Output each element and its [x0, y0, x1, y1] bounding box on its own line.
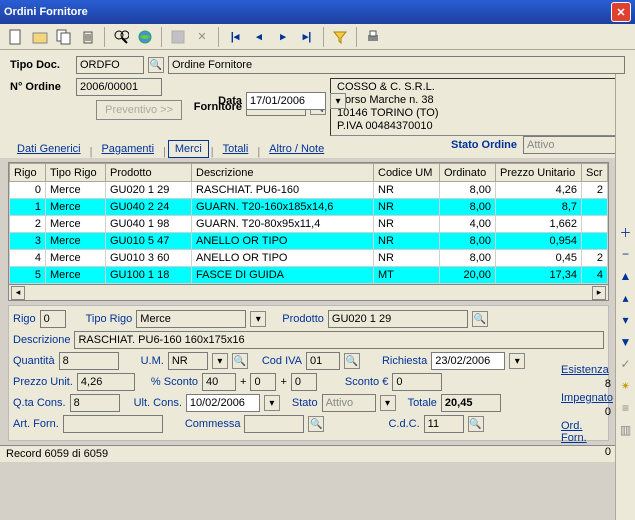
toolbar: ✕ |◂ ◂ ▸ ▸| [0, 24, 635, 50]
tiporigo-field[interactable]: Merce [136, 310, 246, 328]
horizontal-scrollbar[interactable]: ◂▸ [9, 284, 608, 300]
chevron-down-icon[interactable]: ▾ [509, 353, 525, 369]
table-row[interactable]: 5MerceGU100 1 18FASCE DI GUIDAMT20,0017,… [10, 267, 608, 284]
tab-merci[interactable]: Merci [168, 140, 209, 158]
tool-icon[interactable]: ✴ [618, 378, 634, 394]
sidebar-tools: ＋ − ▲ ▴ ▾ ▼ ✓ ✴ ≡ ▥ [615, 74, 635, 520]
confirm-icon[interactable]: ✓ [618, 356, 634, 372]
prodotto-field[interactable]: GU020 1 29 [328, 310, 468, 328]
ultcons-field[interactable]: 10/02/2006 [186, 394, 260, 412]
move-bottom-icon[interactable]: ▼ [618, 334, 634, 350]
tab-dati-generici[interactable]: Dati Generici [10, 140, 88, 158]
delete-icon[interactable] [78, 27, 98, 47]
cdc-field[interactable]: 11 [424, 415, 464, 433]
sconto2-field[interactable]: 0 [250, 373, 276, 391]
table-row[interactable]: 4MerceGU010 3 60ANELLO OR TIPONR8,000,45… [10, 250, 608, 267]
print-icon[interactable] [363, 27, 383, 47]
chevron-down-icon[interactable]: ▾ [250, 311, 266, 327]
save-icon[interactable] [168, 27, 188, 47]
last-icon[interactable]: ▸| [297, 27, 317, 47]
stock-panel: Esistenza 8 Impegnato 0 Ord. Forn. 0 [561, 364, 613, 460]
move-top-icon[interactable]: ▲ [618, 268, 634, 284]
tab-pagamenti[interactable]: Pagamenti [94, 140, 161, 158]
richiesta-field[interactable]: 23/02/2006 [431, 352, 505, 370]
rigo-field: 0 [40, 310, 66, 328]
data-label: Data [186, 95, 242, 107]
sconto3-field[interactable]: 0 [291, 373, 317, 391]
sconto1-field[interactable]: 40 [202, 373, 236, 391]
list-icon[interactable]: ≡ [618, 400, 634, 416]
new-icon[interactable] [6, 27, 26, 47]
stato-field[interactable]: Attivo [322, 394, 376, 412]
copy-icon[interactable] [54, 27, 74, 47]
open-icon[interactable] [30, 27, 50, 47]
globe-icon[interactable] [135, 27, 155, 47]
totale-field: 20,45 [441, 394, 501, 412]
stato-ordine-label: Stato Ordine [451, 139, 517, 151]
tab-altro-note[interactable]: Altro / Note [262, 140, 331, 158]
um-field[interactable]: NR [168, 352, 208, 370]
supplier-box: COSSO & C. S.R.L. Corso Marche n. 38 101… [330, 78, 625, 136]
barcode-icon[interactable]: ▥ [618, 422, 634, 438]
add-row-icon[interactable]: ＋ [618, 224, 634, 240]
titlebar: Ordini Fornitore ✕ [0, 0, 635, 24]
stato-ordine-field: Attivo [523, 136, 623, 154]
prev-icon[interactable]: ◂ [249, 27, 269, 47]
move-down-icon[interactable]: ▾ [618, 312, 634, 328]
tipo-doc-field: ORDFO [76, 56, 144, 74]
preventivo-button: Preventivo >> [96, 100, 182, 120]
artforn-field[interactable] [63, 415, 163, 433]
next-icon[interactable]: ▸ [273, 27, 293, 47]
quantita-field[interactable]: 8 [59, 352, 119, 370]
table-row[interactable]: 3MerceGU010 5 47ANELLO OR TIPONR8,000,95… [10, 233, 608, 250]
descrizione-field[interactable]: RASCHIAT. PU6-160 160x175x16 [74, 331, 604, 349]
nordine-label: N° Ordine [10, 81, 72, 93]
data-field[interactable]: 17/01/2006 [246, 92, 326, 110]
tipo-doc-lookup[interactable]: 🔍 [148, 57, 164, 73]
tab-totali[interactable]: Totali [216, 140, 256, 158]
sconto-euro-field[interactable]: 0 [392, 373, 442, 391]
first-icon[interactable]: |◂ [225, 27, 245, 47]
table-row[interactable]: 0MerceGU020 1 29RASCHIAT. PU6-160NR8,004… [10, 182, 608, 199]
filter-icon[interactable] [330, 27, 350, 47]
commessa-field[interactable] [244, 415, 304, 433]
codiva-field[interactable]: 01 [306, 352, 340, 370]
data-dropdown-icon[interactable]: ▾ [330, 93, 346, 109]
tipo-doc-desc: Ordine Fornitore [168, 56, 625, 74]
tipo-doc-label: Tipo Doc. [10, 59, 72, 71]
qtacons-field: 8 [70, 394, 120, 412]
remove-row-icon[interactable]: − [618, 246, 634, 262]
prezzo-unit-field[interactable]: 4,26 [77, 373, 135, 391]
detail-panel: Rigo 0 Tipo Rigo Merce▾ Prodotto GU020 1… [8, 305, 609, 441]
move-up-icon[interactable]: ▴ [618, 290, 634, 306]
find-icon[interactable] [111, 27, 131, 47]
table-row[interactable]: 1MerceGU040 2 24GUARN. T20-160x185x14,6N… [10, 199, 608, 216]
grid[interactable]: Rigo Tipo Rigo Prodotto Descrizione Codi… [9, 163, 608, 284]
close-button[interactable]: ✕ [611, 2, 631, 22]
window-title: Ordini Fornitore [4, 6, 88, 18]
table-row[interactable]: 2MerceGU040 1 98GUARN. T20-80x95x11,4NR4… [10, 216, 608, 233]
cancel-icon[interactable]: ✕ [192, 27, 212, 47]
statusbar: Record 6059 di 6059 [0, 445, 635, 462]
nordine-field: 2006/00001 [76, 78, 162, 96]
prodotto-lookup-icon[interactable]: 🔍 [472, 311, 488, 327]
